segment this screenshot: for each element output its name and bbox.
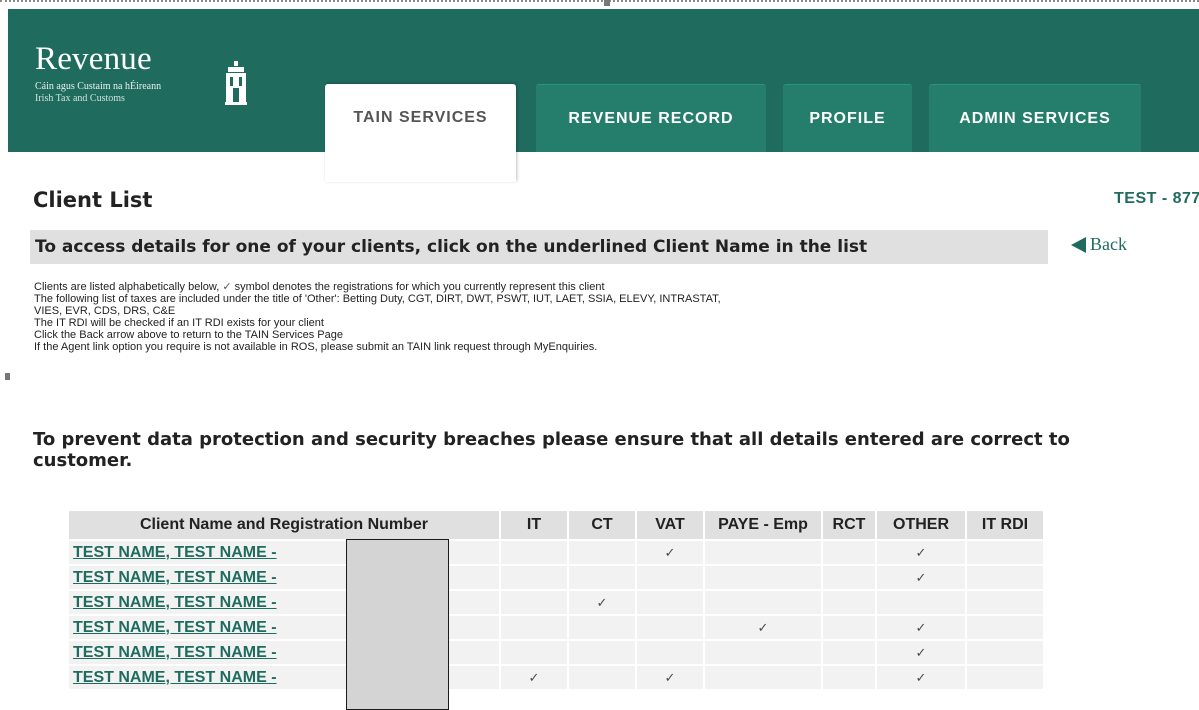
- cell-ct: ✓: [568, 589, 637, 615]
- cell-paye: [704, 539, 823, 565]
- cell-rct: [822, 589, 877, 615]
- cell-vat: [636, 614, 705, 640]
- cell-other: ✓: [876, 539, 967, 565]
- client-name-link[interactable]: TEST NAME, TEST NAME -: [73, 669, 277, 686]
- revenue-logo[interactable]: Revenue Cáin agus Custaim na hÉireann Ir…: [35, 41, 247, 105]
- client-name-link[interactable]: TEST NAME, TEST NAME -: [73, 619, 277, 636]
- cell-rct: [822, 639, 877, 665]
- cell-vat: [636, 589, 705, 615]
- col-other: OTHER: [876, 511, 967, 540]
- cell-rct: [822, 614, 877, 640]
- cell-vat: ✓: [636, 664, 705, 689]
- table-row: TEST NAME, TEST NAME - ✓ ✓: [69, 614, 1045, 640]
- client-name-link[interactable]: TEST NAME, TEST NAME -: [73, 569, 277, 586]
- cell-paye: ✓: [704, 614, 823, 640]
- info-line-1: Clients are listed alphabetically below,…: [34, 281, 605, 293]
- table-row: TEST NAME, TEST NAME - ✓: [69, 564, 1045, 590]
- cell-it: [500, 639, 569, 665]
- side-marker: [5, 373, 10, 380]
- security-warning: To prevent data protection and security …: [33, 429, 1070, 471]
- instruction-banner-text: To access details for one of your client…: [35, 237, 868, 257]
- cell-rct: [822, 664, 877, 689]
- col-rct: RCT: [822, 511, 877, 540]
- cell-it: [500, 539, 569, 565]
- table-row: TEST NAME, TEST NAME - ✓ ✓ ✓: [69, 664, 1045, 689]
- tab-tain-services[interactable]: TAIN SERVICES: [325, 84, 516, 182]
- cell-paye: [704, 564, 823, 590]
- back-button[interactable]: Back: [1071, 234, 1127, 255]
- table-header-row: Client Name and Registration Number IT C…: [69, 511, 1045, 540]
- cell-paye: [704, 664, 823, 689]
- cell-ct: [568, 614, 637, 640]
- checkmark-icon: ✓: [222, 281, 232, 293]
- info-line-3: VIES, EVR, CDS, DRS, C&E: [34, 305, 176, 317]
- cell-ct: [568, 639, 637, 665]
- col-it: IT: [500, 511, 569, 540]
- info-text: Clients are listed alphabetically below,…: [34, 281, 721, 353]
- cell-rct: [822, 564, 877, 590]
- cell-ct: [568, 564, 637, 590]
- tab-revenue-record[interactable]: REVENUE RECORD: [536, 84, 766, 152]
- client-name-link[interactable]: TEST NAME, TEST NAME -: [73, 644, 277, 661]
- cell-it: ✓: [500, 664, 569, 689]
- logo-subtitle-english: Irish Tax and Customs: [35, 93, 125, 104]
- cell-it-rdi: [966, 564, 1045, 590]
- cell-it-rdi: [966, 664, 1045, 689]
- tab-profile-label: PROFILE: [809, 109, 886, 127]
- info-line-5: Click the Back arrow above to return to …: [34, 329, 343, 341]
- logo-wordmark: Revenue: [35, 41, 152, 77]
- cell-paye: [704, 589, 823, 615]
- cell-it-rdi: [966, 589, 1045, 615]
- cell-it-rdi: [966, 639, 1045, 665]
- tab-admin-services-label: ADMIN SERVICES: [959, 109, 1111, 127]
- cell-vat: [636, 564, 705, 590]
- tab-admin-services[interactable]: ADMIN SERVICES: [929, 84, 1141, 152]
- col-paye-emp: PAYE - Emp: [704, 511, 823, 540]
- tab-profile[interactable]: PROFILE: [783, 84, 912, 152]
- cell-vat: [636, 639, 705, 665]
- cell-ct: [568, 539, 637, 565]
- table-row: TEST NAME, TEST NAME - ✓: [69, 639, 1045, 665]
- table-row: TEST NAME, TEST NAME - ✓: [69, 589, 1045, 615]
- customs-house-icon: [225, 61, 247, 105]
- site-header: Revenue Cáin agus Custaim na hÉireann Ir…: [8, 9, 1199, 182]
- col-ct: CT: [568, 511, 637, 540]
- col-vat: VAT: [636, 511, 705, 540]
- client-name-link[interactable]: TEST NAME, TEST NAME -: [73, 544, 277, 561]
- logo-subtitle-irish: Cáin agus Custaim na hÉireann: [35, 81, 162, 92]
- cell-other: [876, 589, 967, 615]
- cell-other: ✓: [876, 614, 967, 640]
- col-it-rdi: IT RDI: [966, 511, 1045, 540]
- back-arrow-icon: [1071, 236, 1086, 253]
- cell-other: ✓: [876, 664, 967, 689]
- cell-it: [500, 614, 569, 640]
- cell-it: [500, 589, 569, 615]
- cell-other: ✓: [876, 564, 967, 590]
- tab-tain-services-label: TAIN SERVICES: [353, 109, 488, 126]
- client-table: Client Name and Registration Number IT C…: [69, 511, 1045, 689]
- cell-vat: ✓: [636, 539, 705, 565]
- instruction-banner: To access details for one of your client…: [30, 230, 1048, 264]
- col-client-name: Client Name and Registration Number: [69, 511, 501, 540]
- tab-revenue-record-label: REVENUE RECORD: [568, 109, 734, 127]
- client-name-link[interactable]: TEST NAME, TEST NAME -: [73, 594, 277, 611]
- info-line-2: The following list of taxes are included…: [34, 293, 721, 305]
- cell-paye: [704, 639, 823, 665]
- cell-it-rdi: [966, 539, 1045, 565]
- cell-it-rdi: [966, 614, 1045, 640]
- info-line-4: The IT RDI will be checked if an IT RDI …: [34, 317, 324, 329]
- info-line-6: If the Agent link option you require is …: [34, 341, 598, 353]
- cell-it: [500, 564, 569, 590]
- top-dotted-border: [0, 0, 1199, 2]
- cell-rct: [822, 539, 877, 565]
- redaction-box: [346, 539, 449, 710]
- back-label: Back: [1090, 234, 1127, 254]
- page-title: Client List: [33, 188, 153, 212]
- user-id-label: TEST - 87776F: [1114, 190, 1199, 207]
- cell-ct: [568, 664, 637, 689]
- table-row: TEST NAME, TEST NAME - ✓ ✓: [69, 539, 1045, 565]
- cell-other: ✓: [876, 639, 967, 665]
- top-border-marker: [604, 0, 610, 6]
